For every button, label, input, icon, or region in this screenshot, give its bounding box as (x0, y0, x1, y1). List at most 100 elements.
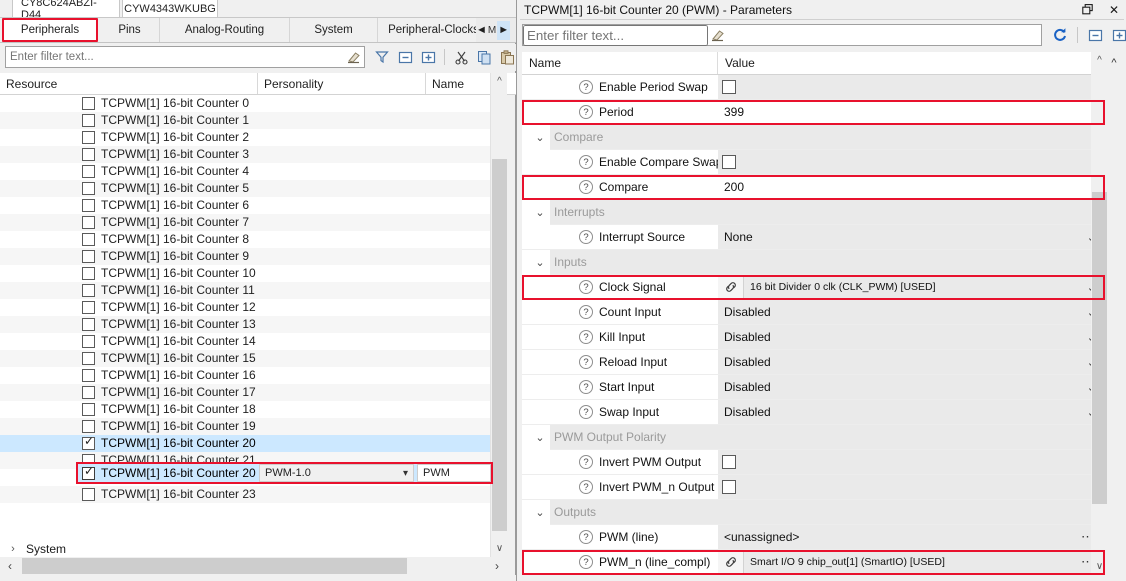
resource-checkbox[interactable] (82, 114, 95, 127)
help-icon[interactable]: ? (579, 230, 593, 244)
cut-icon[interactable] (451, 47, 471, 67)
column-header-value[interactable]: Value (718, 52, 1105, 74)
parameter-checkbox[interactable] (722, 80, 736, 94)
table-row[interactable]: TCPWM[1] 16-bit Counter 1 (0, 112, 490, 129)
chevron-right-icon[interactable]: › (0, 543, 26, 555)
left-horizontal-scrollbar[interactable]: ‹ › (0, 557, 507, 575)
parameter-row[interactable]: ? Count Input Disabled⌄ (522, 300, 1105, 325)
scroll-down-icon[interactable]: ∨ (1091, 558, 1108, 575)
column-header-resource[interactable]: Resource (0, 73, 258, 94)
parameter-row[interactable]: ? PWM_n (line_compl) Smart I/O 9 chip_out[… (522, 550, 1105, 575)
resource-checkbox[interactable] (82, 216, 95, 229)
table-row[interactable]: TCPWM[1] 16-bit Counter 10 (0, 265, 490, 282)
restore-icon[interactable] (1075, 1, 1101, 19)
parameter-value-cell[interactable]: Disabled⌄ (718, 325, 1105, 350)
scroll-up-icon[interactable]: ^ (1091, 52, 1108, 69)
tab-analog-routing[interactable]: Analog-Routing (160, 18, 290, 42)
help-icon[interactable]: ? (579, 555, 593, 569)
chevron-down-icon[interactable]: ⌄ (531, 425, 549, 450)
resource-table-body[interactable]: TCPWM[1] 16-bit Counter 0 TCPWM[1] 16-bit… (0, 95, 490, 554)
clear-filter-icon[interactable] (344, 47, 364, 67)
parameter-value-cell[interactable]: Disabled⌄ (718, 350, 1105, 375)
parameter-checkbox[interactable] (722, 480, 736, 494)
tab-pins[interactable]: Pins (100, 18, 160, 42)
parameter-row[interactable]: ? Invert PWM_n Output (522, 475, 1105, 500)
table-row[interactable]: TCPWM[1] 16-bit Counter 14 (0, 333, 490, 350)
parameter-checkbox[interactable] (722, 155, 736, 169)
resource-checkbox[interactable] (82, 199, 95, 212)
close-icon[interactable]: ✕ (1101, 1, 1126, 19)
help-icon[interactable]: ? (579, 180, 593, 194)
help-icon[interactable]: ? (579, 355, 593, 369)
help-icon[interactable]: ? (579, 455, 593, 469)
parameter-row[interactable]: ? Clock Signal 16 bit Divider 0 clk (CLK_P… (522, 275, 1105, 300)
resource-checkbox[interactable] (82, 131, 95, 144)
help-icon[interactable]: ? (579, 105, 593, 119)
parameter-row[interactable]: ? Compare 200 (522, 175, 1105, 200)
parameter-row[interactable]: ? PWM (line) <unassigned> ⋯ (522, 525, 1105, 550)
left-filter-input[interactable] (6, 48, 344, 66)
column-header-name[interactable]: Name (522, 52, 718, 74)
chevron-down-icon[interactable]: ▾ (403, 468, 408, 479)
help-icon[interactable]: ? (579, 280, 593, 294)
parameter-value-cell[interactable] (718, 450, 1105, 475)
chevron-down-icon[interactable]: ⌄ (531, 500, 549, 525)
resource-checkbox[interactable] (82, 435, 95, 450)
left-scrollbar-thumb[interactable] (492, 159, 507, 531)
right-filter-input[interactable] (523, 24, 708, 46)
help-icon[interactable]: ? (579, 480, 593, 494)
parameter-row[interactable]: ? Enable Period Swap (522, 75, 1105, 100)
copy-icon[interactable] (474, 47, 494, 67)
parameter-value-cell[interactable]: Disabled⌄ (718, 375, 1105, 400)
table-row[interactable]: TCPWM[1] 16-bit Counter 4 (0, 163, 490, 180)
parameter-group-row[interactable]: ⌄ Inputs (522, 250, 1105, 275)
expand-all-icon[interactable] (1109, 25, 1126, 45)
help-icon[interactable]: ? (579, 405, 593, 419)
parameter-row[interactable]: ? Period 399 (522, 100, 1105, 125)
table-row[interactable]: TCPWM[1] 16-bit Counter 12 (0, 299, 490, 316)
parameter-value-cell[interactable] (718, 475, 1105, 500)
parameter-value-cell[interactable]: Disabled⌄ (718, 300, 1105, 325)
resource-checkbox[interactable] (82, 233, 95, 246)
parameter-row[interactable]: ? Interrupt Source None⌄ (522, 225, 1105, 250)
table-row[interactable]: TCPWM[1] 16-bit Counter 15 (0, 350, 490, 367)
left-hscrollbar-thumb[interactable] (22, 558, 407, 574)
table-row[interactable]: TCPWM[1] 16-bit Counter 23 (0, 486, 490, 503)
device-tab-1[interactable]: CYW4343WKUBG (122, 0, 218, 18)
resource-checkbox[interactable] (82, 284, 95, 297)
left-vertical-scrollbar[interactable]: ^ ∨ (490, 73, 507, 557)
table-row[interactable]: TCPWM[1] 16-bit Counter 20 (0, 435, 490, 452)
table-row[interactable]: TCPWM[1] 16-bit Counter 16 (0, 367, 490, 384)
chevron-down-icon[interactable]: ⌄ (531, 200, 549, 225)
scroll-up-icon[interactable]: ^ (491, 73, 508, 90)
parameter-row[interactable]: ? Kill Input Disabled⌄ (522, 325, 1105, 350)
expand-all-icon[interactable] (418, 47, 438, 67)
right-scrollbar-thumb[interactable] (1092, 192, 1107, 504)
clear-filter-icon[interactable] (708, 25, 728, 45)
tree-node-system[interactable]: › System (0, 540, 490, 557)
parameter-value-cell[interactable] (718, 75, 1105, 100)
table-row[interactable]: TCPWM[1] 16-bit Counter 17 (0, 384, 490, 401)
scroll-right-icon[interactable]: › (487, 557, 507, 575)
personality-dropdown[interactable]: PWM-1.0 ▾ (259, 464, 414, 482)
resource-checkbox[interactable] (82, 148, 95, 161)
table-row[interactable]: TCPWM[1] 16-bit Counter 8 (0, 231, 490, 248)
parameters-table-body[interactable]: ? Enable Period Swap? Period 399 ⌄ Compare? En… (522, 75, 1105, 575)
parameter-row[interactable]: ? Start Input Disabled⌄ (522, 375, 1105, 400)
resource-checkbox[interactable] (82, 352, 95, 365)
parameter-value-cell[interactable] (718, 150, 1105, 175)
table-row[interactable]: TCPWM[1] 16-bit Counter 9 (0, 248, 490, 265)
parameter-group-row[interactable]: ⌄ Interrupts (522, 200, 1105, 225)
parameter-group-row[interactable]: ⌄ Outputs (522, 500, 1105, 525)
collapse-all-icon[interactable] (1085, 25, 1105, 45)
parameter-value-cell[interactable]: 399 (718, 100, 1105, 125)
help-icon[interactable]: ? (579, 80, 593, 94)
parameter-row[interactable]: ? Swap Input Disabled⌄ (522, 400, 1105, 425)
resource-checkbox[interactable] (82, 301, 95, 314)
resource-checkbox[interactable] (82, 335, 95, 348)
resource-checkbox-checked[interactable] (82, 465, 95, 480)
right-vertical-scrollbar[interactable]: ^ ∨ (1091, 52, 1108, 575)
parameter-value-cell[interactable]: Disabled⌄ (718, 400, 1105, 425)
parameter-row[interactable]: ? Enable Compare Swap (522, 150, 1105, 175)
resource-checkbox[interactable] (82, 488, 95, 501)
